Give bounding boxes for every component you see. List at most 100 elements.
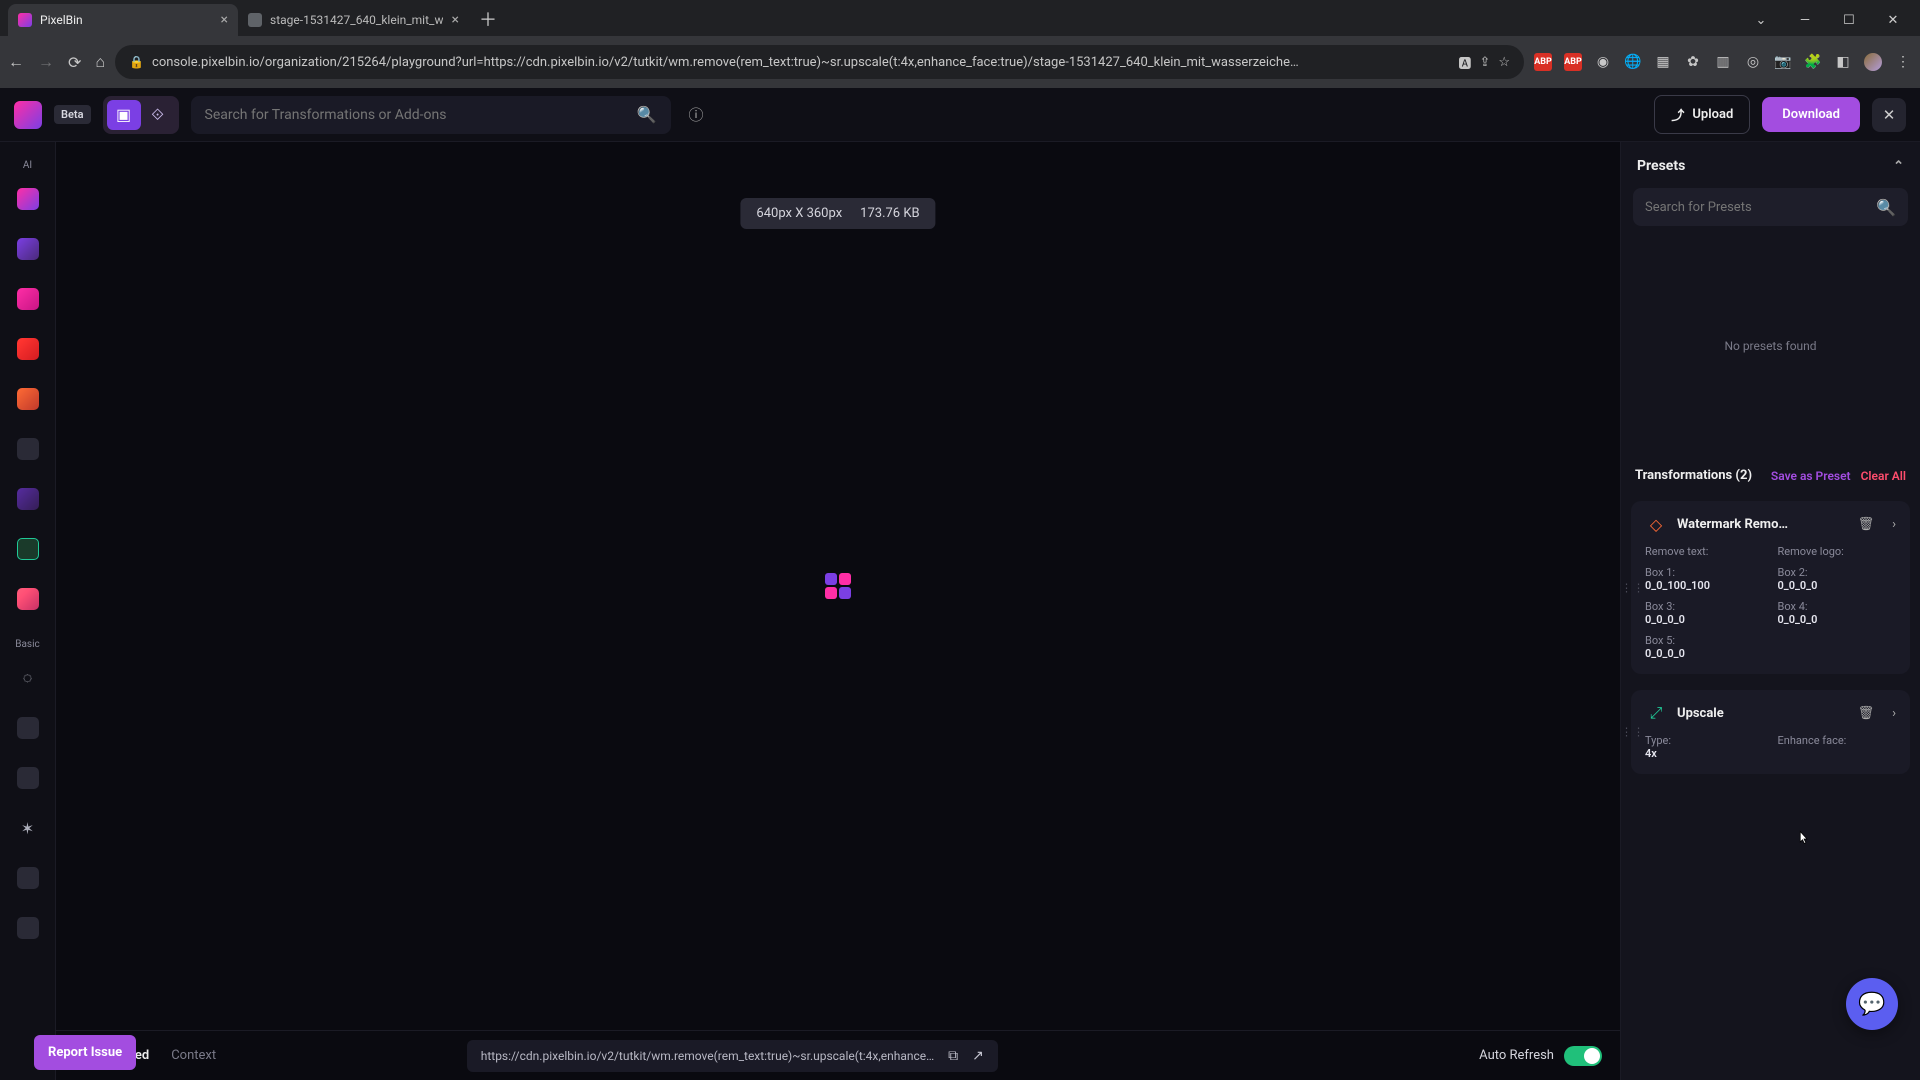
extension-icon[interactable]: ▦ (1654, 53, 1672, 71)
open-external-icon[interactable]: ↗ (972, 1048, 984, 1064)
extension-icon[interactable]: ◉ (1594, 53, 1612, 71)
drag-handle-icon[interactable]: ⋮⋮ (1621, 726, 1645, 739)
transform-search[interactable]: 🔍 (191, 96, 671, 134)
chat-fab[interactable]: 💬 (1846, 978, 1898, 1030)
auto-refresh: Auto Refresh (1479, 1046, 1602, 1066)
canvas-footer: Transformed Context https://cdn.pixelbin… (56, 1030, 1620, 1080)
sidepanel-icon[interactable]: ◧ (1834, 53, 1852, 71)
extension-icon[interactable]: ▥ (1714, 53, 1732, 71)
mode-image-button[interactable]: ▣ (107, 100, 141, 130)
tab-context[interactable]: Context (171, 1048, 216, 1063)
search-input[interactable] (205, 107, 627, 123)
transformation-card-watermark[interactable]: ⋮⋮ ◇ Watermark Remo… 🗑 › Remove text: Re… (1631, 501, 1910, 674)
info-icon[interactable]: ⓘ (689, 104, 704, 125)
extension-icon[interactable]: 📷 (1774, 53, 1792, 71)
rail-tool-9[interactable] (10, 581, 46, 617)
home-icon[interactable]: ⌂ (95, 52, 105, 72)
search-icon[interactable]: 🔍 (637, 105, 657, 124)
rail-basic-2[interactable] (10, 710, 46, 746)
filesize-text: 173.76 KB (860, 206, 919, 221)
rail-basic-4[interactable]: ✶ (10, 810, 46, 846)
close-icon[interactable]: × (221, 12, 228, 28)
card-params: Type:4x Enhance face: (1645, 734, 1896, 760)
extension-icons: ABP ABP ◉ 🌐 ▦ ✿ ▥ ◎ 📷 🧩 ◧ ⋮ (1534, 53, 1912, 71)
copy-icon[interactable]: ⧉ (948, 1048, 958, 1064)
extension-icon[interactable]: 🌐 (1624, 53, 1642, 71)
favicon-icon (248, 13, 262, 27)
extension-icon[interactable]: ◎ (1744, 53, 1762, 71)
logo-icon[interactable] (14, 101, 42, 129)
back-icon[interactable]: ← (8, 52, 24, 72)
mode-code-button[interactable]: ⟐ (141, 100, 175, 130)
rail-basic-6[interactable] (10, 910, 46, 946)
save-as-preset-link[interactable]: Save as Preset (1771, 469, 1851, 483)
beta-badge: Beta (54, 105, 91, 124)
auto-refresh-toggle[interactable] (1564, 1046, 1602, 1066)
preset-search[interactable]: 🔍 (1633, 188, 1908, 226)
extension-icon[interactable]: ✿ (1684, 53, 1702, 71)
browser-tab[interactable]: stage-1531427_640_klein_mit_w × (238, 4, 469, 36)
rail-section-ai: AI (23, 160, 32, 171)
reload-icon[interactable]: ⟳ (68, 53, 81, 72)
abp-icon[interactable]: ABP (1534, 53, 1552, 71)
share-icon[interactable]: ⇪ (1479, 55, 1490, 70)
chevron-right-icon[interactable]: › (1892, 706, 1896, 721)
card-title: Upscale (1677, 706, 1848, 721)
delete-icon[interactable]: 🗑 (1858, 517, 1875, 532)
rail-tool-2[interactable] (10, 231, 46, 267)
window-controls: ⌄ — ☐ ✕ (1740, 4, 1920, 36)
mode-toggle: ▣ ⟐ (103, 96, 179, 134)
param-value: 0_0_0_0 (1778, 613, 1818, 626)
rail-tool-4[interactable] (10, 331, 46, 367)
drag-handle-icon[interactable]: ⋮⋮ (1621, 581, 1645, 594)
kebab-icon[interactable]: ⋮ (1894, 53, 1912, 71)
canvas: 640px X 360px 173.76 KB Transformed Cont… (56, 142, 1620, 1080)
param-label: Enhance face: (1778, 734, 1847, 747)
rail-tool-6[interactable] (10, 431, 46, 467)
forward-icon[interactable]: → (38, 52, 54, 72)
address-row: ← → ⟳ ⌂ 🔒 console.pixelbin.io/organizati… (0, 36, 1920, 88)
rail-tool-8[interactable] (10, 531, 46, 567)
minimize-icon[interactable]: — (1784, 13, 1826, 28)
rail-basic-1[interactable]: ◌ (10, 660, 46, 696)
preset-search-input[interactable] (1645, 200, 1876, 215)
transformation-card-upscale[interactable]: ⋮⋮ ⤢ Upscale 🗑 › Type:4x Enhance face: (1631, 690, 1910, 774)
close-icon[interactable]: × (451, 12, 458, 28)
rail-tool-5[interactable] (10, 381, 46, 417)
presets-header[interactable]: Presets ⌃ (1621, 142, 1920, 184)
address-bar[interactable]: 🔒 console.pixelbin.io/organization/21526… (115, 45, 1524, 79)
upload-label: Upload (1692, 107, 1733, 122)
download-button[interactable]: Download (1762, 97, 1860, 132)
rail-tool-1[interactable] (10, 181, 46, 217)
rail-basic-3[interactable] (10, 760, 46, 796)
close-panel-button[interactable]: ✕ (1872, 98, 1906, 132)
chevron-right-icon[interactable]: › (1892, 517, 1896, 532)
upload-button[interactable]: ⤴ Upload (1654, 95, 1750, 134)
new-tab-button[interactable]: ＋ (469, 2, 507, 36)
tab-title: stage-1531427_640_klein_mit_w (270, 13, 443, 27)
translate-icon[interactable]: 🅰 (1458, 53, 1471, 72)
abp-icon[interactable]: ABP (1564, 53, 1582, 71)
report-issue-button[interactable]: Report Issue (34, 1035, 136, 1070)
rail-tool-3[interactable] (10, 281, 46, 317)
left-rail: AI Basic ◌ ✶ (0, 142, 56, 1080)
rail-basic-5[interactable] (10, 860, 46, 896)
tab-title: PixelBin (40, 13, 213, 27)
app: Beta ▣ ⟐ 🔍 ⓘ ⤴ Upload Download ✕ AI (0, 88, 1920, 1080)
search-icon[interactable]: 🔍 (1876, 198, 1896, 217)
param-label: Box 1: (1645, 566, 1675, 579)
delete-icon[interactable]: 🗑 (1858, 706, 1875, 721)
star-icon[interactable]: ☆ (1498, 55, 1510, 70)
close-icon[interactable]: ✕ (1872, 13, 1914, 28)
extensions-menu-icon[interactable]: 🧩 (1804, 53, 1822, 71)
maximize-icon[interactable]: ☐ (1828, 13, 1870, 28)
presets-title: Presets (1637, 158, 1685, 174)
eraser-icon: ◇ (1645, 513, 1667, 535)
clear-all-link[interactable]: Clear All (1861, 469, 1906, 483)
param-label: Box 5: (1645, 634, 1675, 647)
chevron-up-icon[interactable]: ⌃ (1893, 159, 1904, 174)
browser-tab-active[interactable]: PixelBin × (8, 4, 238, 36)
chevron-down-icon[interactable]: ⌄ (1740, 13, 1782, 28)
rail-tool-7[interactable] (10, 481, 46, 517)
avatar[interactable] (1864, 53, 1882, 71)
